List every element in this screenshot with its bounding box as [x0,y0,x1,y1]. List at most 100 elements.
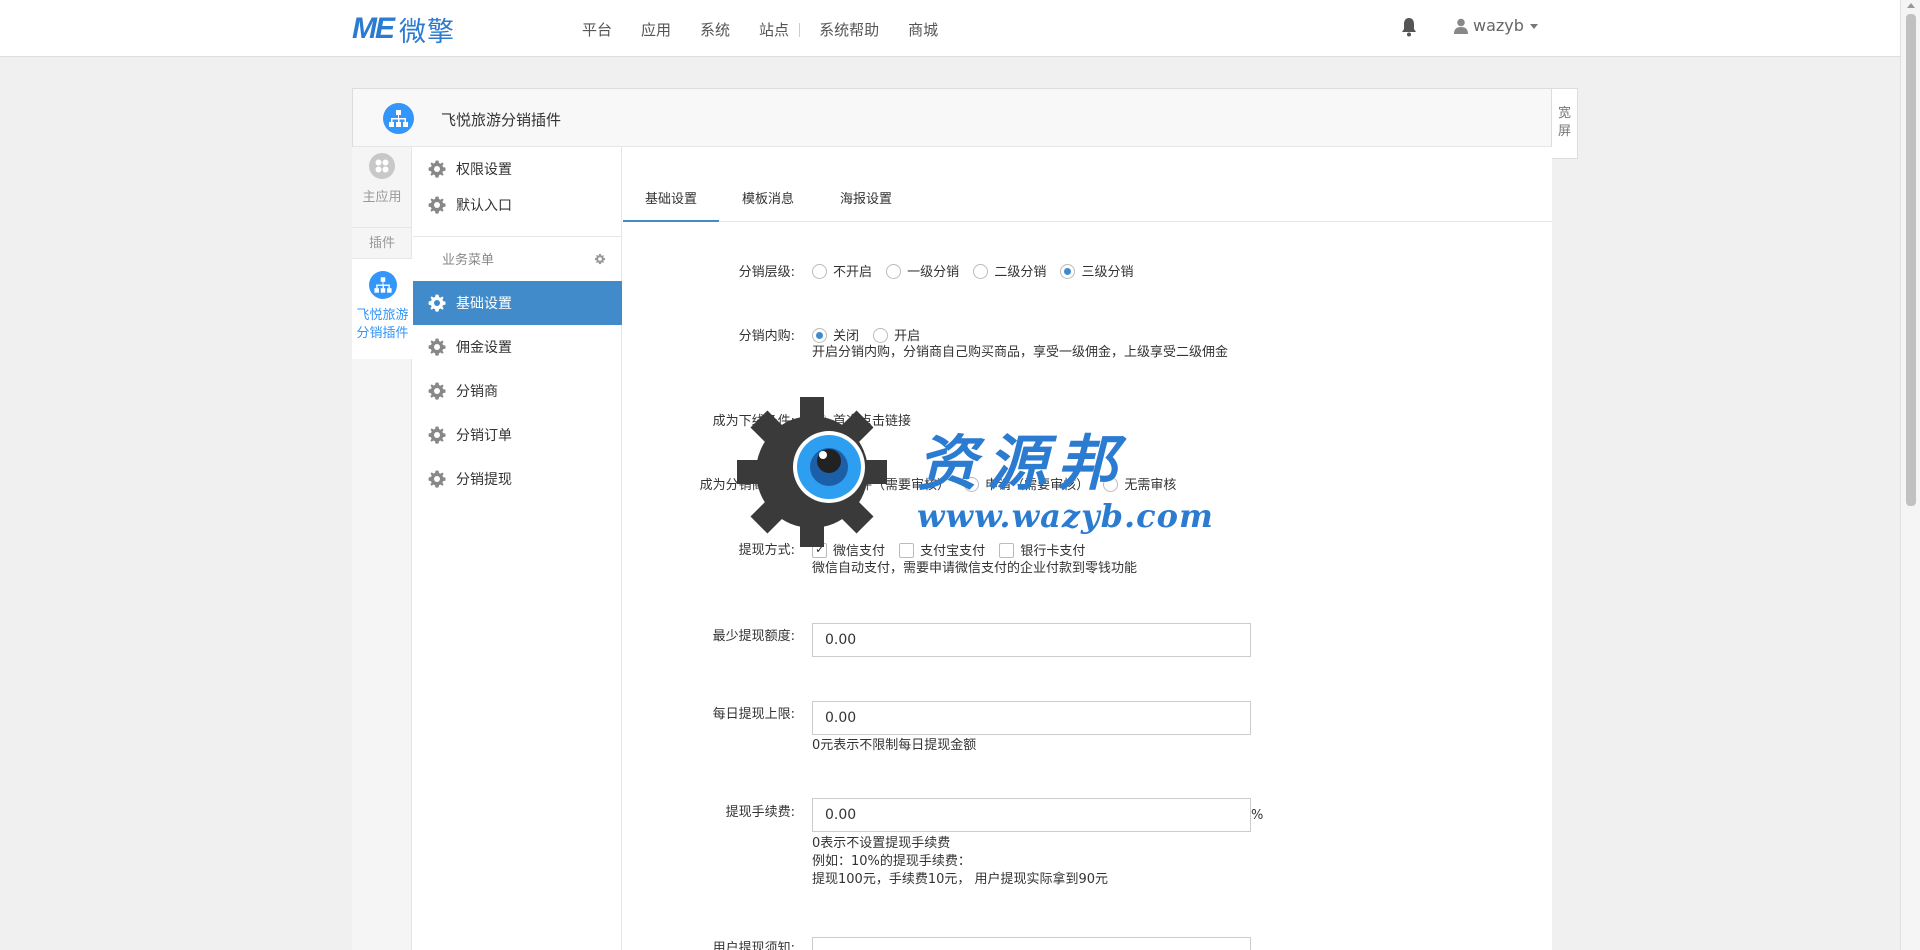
chevron-down-icon [1529,24,1538,29]
withdraw-alipay-checkbox[interactable]: 支付宝支付 [899,543,985,559]
radio-circle-selected [812,477,827,492]
radio-circle-selected [1060,264,1076,279]
menu-item-label: 分销订单 [456,428,512,444]
plugin-section-label: 插件 [352,227,412,259]
self-buy-label: 分销内购: [738,329,795,344]
main-app-link[interactable]: 主应用 [352,153,412,205]
scroll-up-icon[interactable] [1907,3,1915,8]
gear-icon [428,294,446,312]
fee-help-3: 提现100元，手续费10元， 用户提现实际拿到90元 [812,872,1109,887]
level-option-3[interactable]: 三级分销 [1060,264,1133,280]
main-app-label: 主应用 [362,190,402,205]
daily-limit-input[interactable] [812,701,1251,735]
menu-item-orders[interactable]: 分销订单 [413,413,622,457]
top-navbar: ME 微擎 平台 应用 系统 站点 系统帮助 商城 wazyb [0,0,1900,57]
downline-radio-group: 首次点击链接 [812,410,921,429]
menu-item-withdrawals[interactable]: 分销提现 [413,457,622,501]
sitemap-icon [368,271,397,299]
gear-icon [428,470,446,488]
widescreen-toggle-button[interactable]: 宽屏 [1552,88,1578,159]
fee-help-2: 例如：10%的提现手续费： [812,854,971,869]
nav-item-store[interactable]: 商城 [908,19,938,40]
downline-label: 成为下线条件: [712,414,795,429]
radio-circle [1103,477,1119,492]
radio-circle-selected [812,413,827,428]
downline-option-first-click[interactable]: 首次点击链接 [812,413,911,429]
menu-item-commission[interactable]: 佣金设置 [413,325,622,369]
level-option-off[interactable]: 不开启 [812,264,872,280]
menu-item-label: 基础设置 [456,296,512,312]
scrollbar-thumb[interactable] [1906,14,1916,506]
logo-text: 微擎 [399,16,455,48]
checkbox-checked [812,542,827,558]
radio-circle [812,264,827,279]
radio-circle [886,264,902,279]
checkbox [899,543,915,558]
fee-input[interactable] [812,798,1251,832]
min-withdraw-input[interactable] [812,623,1251,657]
menu-item-distributors[interactable]: 分销商 [413,369,622,413]
menu-item-label: 默认入口 [456,198,512,214]
level-option-2[interactable]: 二级分销 [973,264,1046,280]
business-menu-header: 业务菜单 [413,236,622,280]
nav-item-site[interactable]: 站点 [759,19,789,40]
min-withdraw-label: 最少提现额度: [712,629,795,644]
become-distributor-radio-group: 无条件（需要审核） 申请（需要审核） 无需审核 [812,474,1186,493]
notice-editor[interactable] [812,937,1251,950]
radio-circle [964,477,980,492]
settings-content: 基础设置 模板消息 海报设置 分销层级: 不开启 一级分销 二级分销 三级分销 … [623,147,1552,950]
self-buy-option-on[interactable]: 开启 [873,328,920,344]
gear-icon [428,338,446,356]
tab-poster-settings[interactable]: 海报设置 [817,188,915,222]
brand-logo[interactable]: ME 微擎 [352,12,455,48]
grid-icon [369,153,395,179]
level-option-1[interactable]: 一级分销 [886,264,959,280]
nav-item-system[interactable]: 系统 [700,19,730,40]
fee-percent-suffix: % [1251,808,1264,823]
gear-icon [428,426,446,444]
nav-item-apps[interactable]: 应用 [641,19,671,40]
self-buy-help: 开启分销内购，分销商自己购买商品，享受一级佣金，上级享受二级佣金 [812,345,1229,360]
bell-icon[interactable] [1401,17,1417,37]
become-option-no-review[interactable]: 无需审核 [1103,477,1176,493]
tab-template-messages[interactable]: 模板消息 [719,188,817,222]
app-switcher-column: 主应用 插件 飞悦旅游分销插件 [352,147,413,950]
menu-item-label: 权限设置 [456,162,512,178]
nav-item-help[interactable]: 系统帮助 [819,19,879,40]
daily-limit-label: 每日提现上限: [712,707,795,722]
notice-label: 用户提现须知: [712,941,795,950]
radio-circle [973,264,989,279]
withdraw-method-label: 提现方式: [738,543,795,558]
menu-item-basic-settings[interactable]: 基础设置 [413,281,622,325]
withdraw-bank-checkbox[interactable]: 银行卡支付 [999,543,1085,559]
menu-item-label: 分销提现 [456,472,512,488]
withdraw-method-checkboxes: 微信支付 支付宝支付 银行卡支付 [812,540,1095,559]
gear-icon [428,160,446,178]
radio-circle [873,328,889,343]
active-plugin-link[interactable]: 飞悦旅游分销插件 [352,259,413,359]
user-icon [1454,18,1468,34]
become-option-apply[interactable]: 申请（需要审核） [964,477,1089,493]
tab-basic-settings[interactable]: 基础设置 [623,188,719,222]
plugin-menu: 权限设置 默认入口 业务菜单 基础设置 佣金设置 分销商 分销订单 分销提现 [413,147,622,950]
become-option-unconditional[interactable]: 无条件（需要审核） [812,477,950,493]
menu-item-default-entry[interactable]: 默认入口 [413,183,622,227]
page-scrollbar[interactable] [1900,0,1920,950]
nav-divider [799,22,801,37]
logo-mark: ME [352,12,395,45]
user-name: wazyb [1473,16,1524,35]
menu-group-label: 业务菜单 [442,253,495,268]
menu-item-label: 分销商 [456,384,498,400]
user-menu[interactable]: wazyb [1454,16,1538,35]
fee-label: 提现手续费: [725,805,795,820]
menu-item-label: 佣金设置 [456,340,512,356]
gear-icon [428,382,446,400]
withdraw-wechat-checkbox[interactable]: 微信支付 [812,542,885,559]
become-distributor-label: 成为分销商条件: [699,478,795,493]
settings-tabs: 基础设置 模板消息 海报设置 [623,147,1552,222]
self-buy-option-off[interactable]: 关闭 [812,328,859,344]
gear-icon [428,196,446,214]
nav-item-platform[interactable]: 平台 [582,19,612,40]
self-buy-radio-group: 关闭 开启 [812,325,930,344]
settings-gear-icon[interactable] [594,253,606,265]
